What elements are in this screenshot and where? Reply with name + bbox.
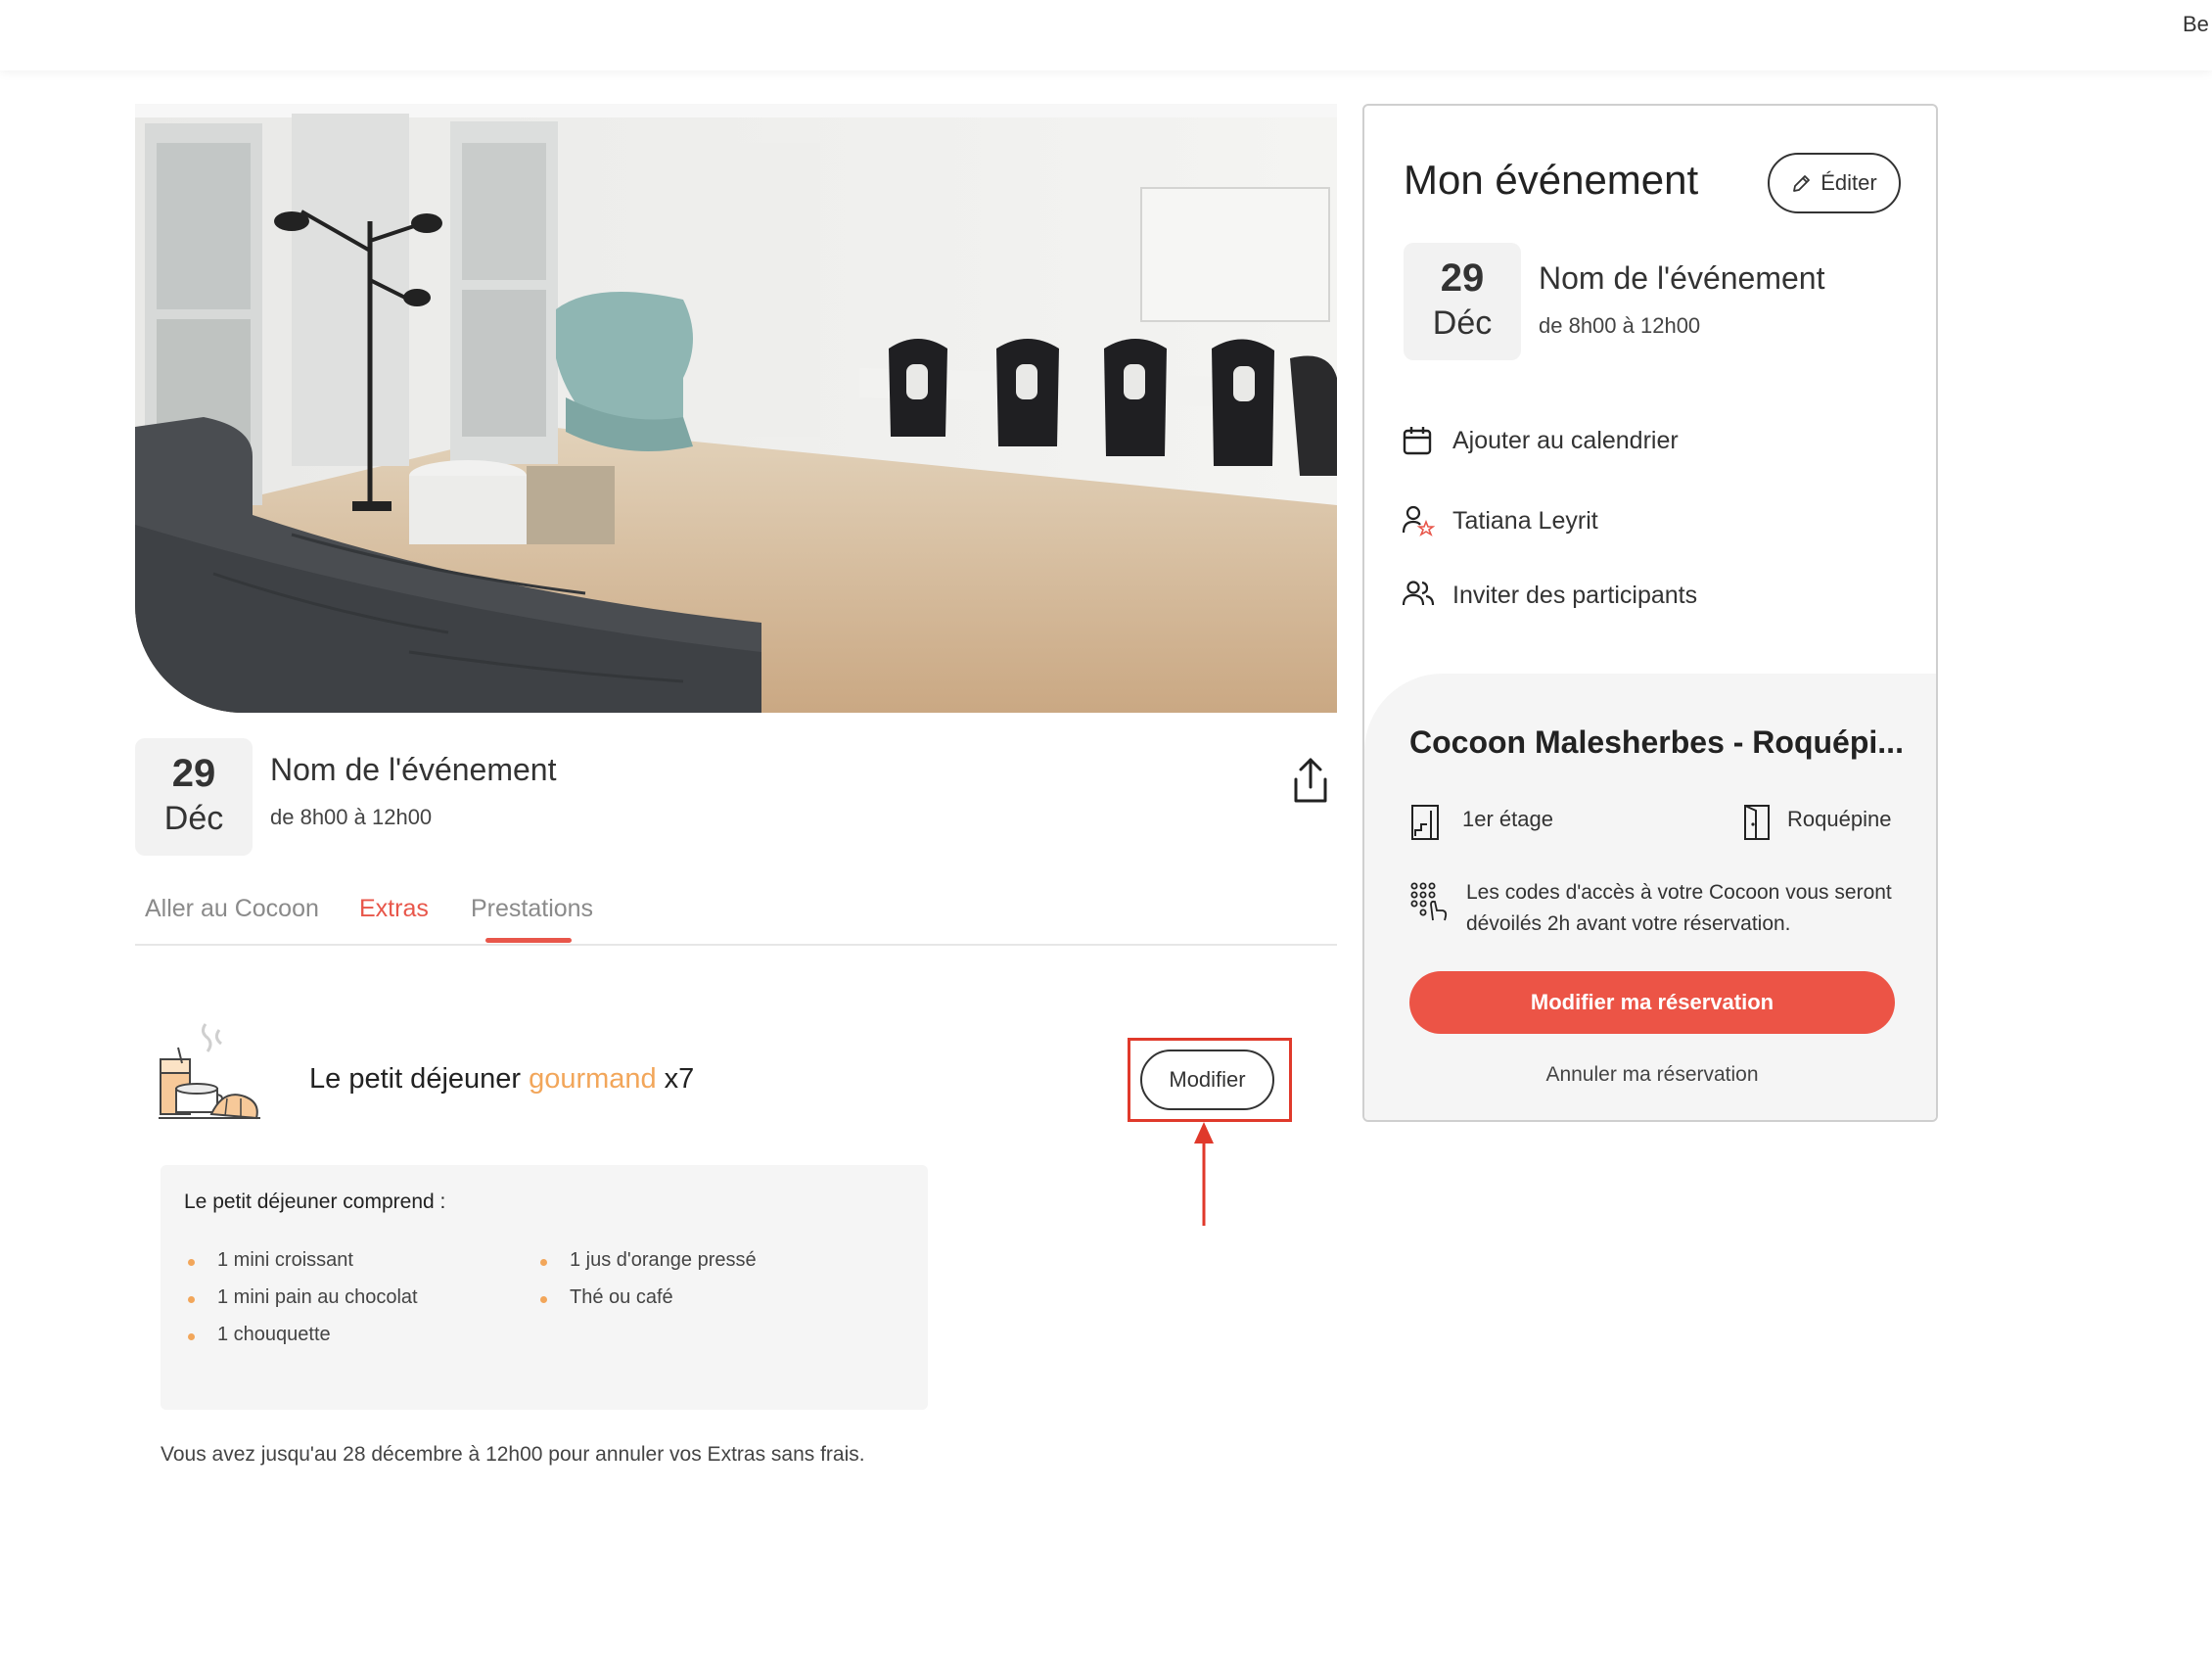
event-day: 29	[171, 752, 216, 795]
edit-button-label: Éditer	[1820, 170, 1877, 195]
card-date-tile: 29 Déc	[1404, 243, 1521, 360]
stairs-icon	[1411, 805, 1439, 840]
share-button[interactable]	[1288, 756, 1333, 807]
venue-floor: 1er étage	[1409, 805, 1605, 846]
event-summary-card: Mon événement Éditer 29 Déc Nom de l'évé…	[1362, 104, 1938, 1122]
calendar-icon	[1403, 427, 1432, 455]
annotation-arrow-icon	[1194, 1122, 1214, 1226]
organizer-row: Tatiana Leyrit	[1402, 501, 1656, 540]
tab-extras[interactable]: Extras	[359, 895, 429, 923]
bullet-dot	[188, 1333, 195, 1340]
extra-title-prefix: Le petit déjeuner	[309, 1063, 522, 1095]
tab-aller-au-cocoon[interactable]: Aller au Cocoon	[145, 895, 319, 923]
bullet-dot	[188, 1296, 195, 1303]
list-item: 1 mini croissant	[188, 1249, 418, 1286]
edit-event-button[interactable]: Éditer	[1768, 153, 1901, 213]
event-date-tile: 29 Déc	[135, 738, 253, 856]
breakfast-includes-panel: Le petit déjeuner comprend : 1 mini croi…	[161, 1165, 928, 1410]
list-item: 1 jus d'orange pressé	[540, 1249, 757, 1286]
event-title: Nom de l'événement	[270, 752, 557, 787]
list-item: Thé ou café	[540, 1286, 757, 1324]
list-item: 1 chouquette	[188, 1324, 418, 1361]
add-to-calendar-label: Ajouter au calendrier	[1452, 427, 1679, 454]
keypad-icon	[1410, 882, 1448, 921]
modify-reservation-button[interactable]: Modifier ma réservation	[1409, 971, 1895, 1034]
invite-participants-action[interactable]: Inviter des participants	[1402, 576, 1725, 615]
extras-cancel-note: Vous avez jusqu'au 28 décembre à 12h00 p…	[161, 1443, 865, 1466]
venue-panel: Cocoon Malesherbes - Roquépi... 1er étag…	[1364, 674, 1936, 1120]
participants-icon	[1402, 581, 1435, 606]
breakfast-icon	[155, 1020, 264, 1124]
user-menu-label[interactable]: Be	[2183, 12, 2212, 37]
includes-title: Le petit déjeuner comprend :	[184, 1190, 446, 1213]
organizer-icon	[1402, 505, 1435, 537]
cancel-reservation-link[interactable]: Annuler ma réservation	[1364, 1063, 1936, 1087]
bullet-dot	[188, 1259, 195, 1266]
card-event-time: de 8h00 à 12h00	[1539, 313, 1701, 338]
top-navigation-bar: Be	[0, 0, 2212, 70]
access-codes-info: Les codes d'accès à votre Cocoon vous se…	[1466, 881, 1892, 935]
venue-photo	[135, 104, 1337, 713]
modify-extra-button[interactable]: Modifier	[1140, 1050, 1274, 1110]
venue-entrance-label: Roquépine	[1787, 807, 1892, 831]
card-event-title: Nom de l'événement	[1539, 260, 1825, 296]
add-to-calendar-action[interactable]: Ajouter au calendrier	[1402, 421, 1715, 460]
tab-prestations[interactable]: Prestations	[471, 895, 593, 923]
venue-entrance: Roquépine	[1742, 805, 1909, 846]
event-tabs: Aller au Cocoon Extras Prestations	[135, 887, 1337, 946]
venue-floor-label: 1er étage	[1462, 807, 1553, 831]
invite-participants-label: Inviter des participants	[1452, 582, 1698, 609]
list-item: 1 mini pain au chocolat	[188, 1286, 418, 1324]
venue-name: Cocoon Malesherbes - Roquépi...	[1409, 724, 1904, 760]
event-time: de 8h00 à 12h00	[270, 805, 433, 829]
card-event-month: Déc	[1432, 304, 1493, 342]
venue-photo-illustration	[135, 104, 1337, 713]
organizer-name: Tatiana Leyrit	[1452, 507, 1598, 535]
bullet-dot	[540, 1296, 547, 1303]
door-icon	[1744, 805, 1770, 840]
extra-title: Le petit déjeuner gourmand x7	[309, 1063, 694, 1096]
card-title: Mon événement	[1404, 157, 1699, 203]
card-event-day: 29	[1440, 257, 1485, 300]
event-month: Déc	[163, 800, 224, 837]
includes-list-left: 1 mini croissant 1 mini pain au chocolat…	[188, 1249, 418, 1361]
extra-title-accent: gourmand	[529, 1063, 657, 1095]
includes-list-right: 1 jus d'orange pressé Thé ou café	[540, 1249, 757, 1324]
extra-quantity: x7	[664, 1063, 695, 1095]
bullet-dot	[540, 1259, 547, 1266]
active-tab-indicator	[485, 938, 572, 943]
pencil-icon	[1793, 175, 1811, 193]
share-icon	[1294, 758, 1327, 803]
